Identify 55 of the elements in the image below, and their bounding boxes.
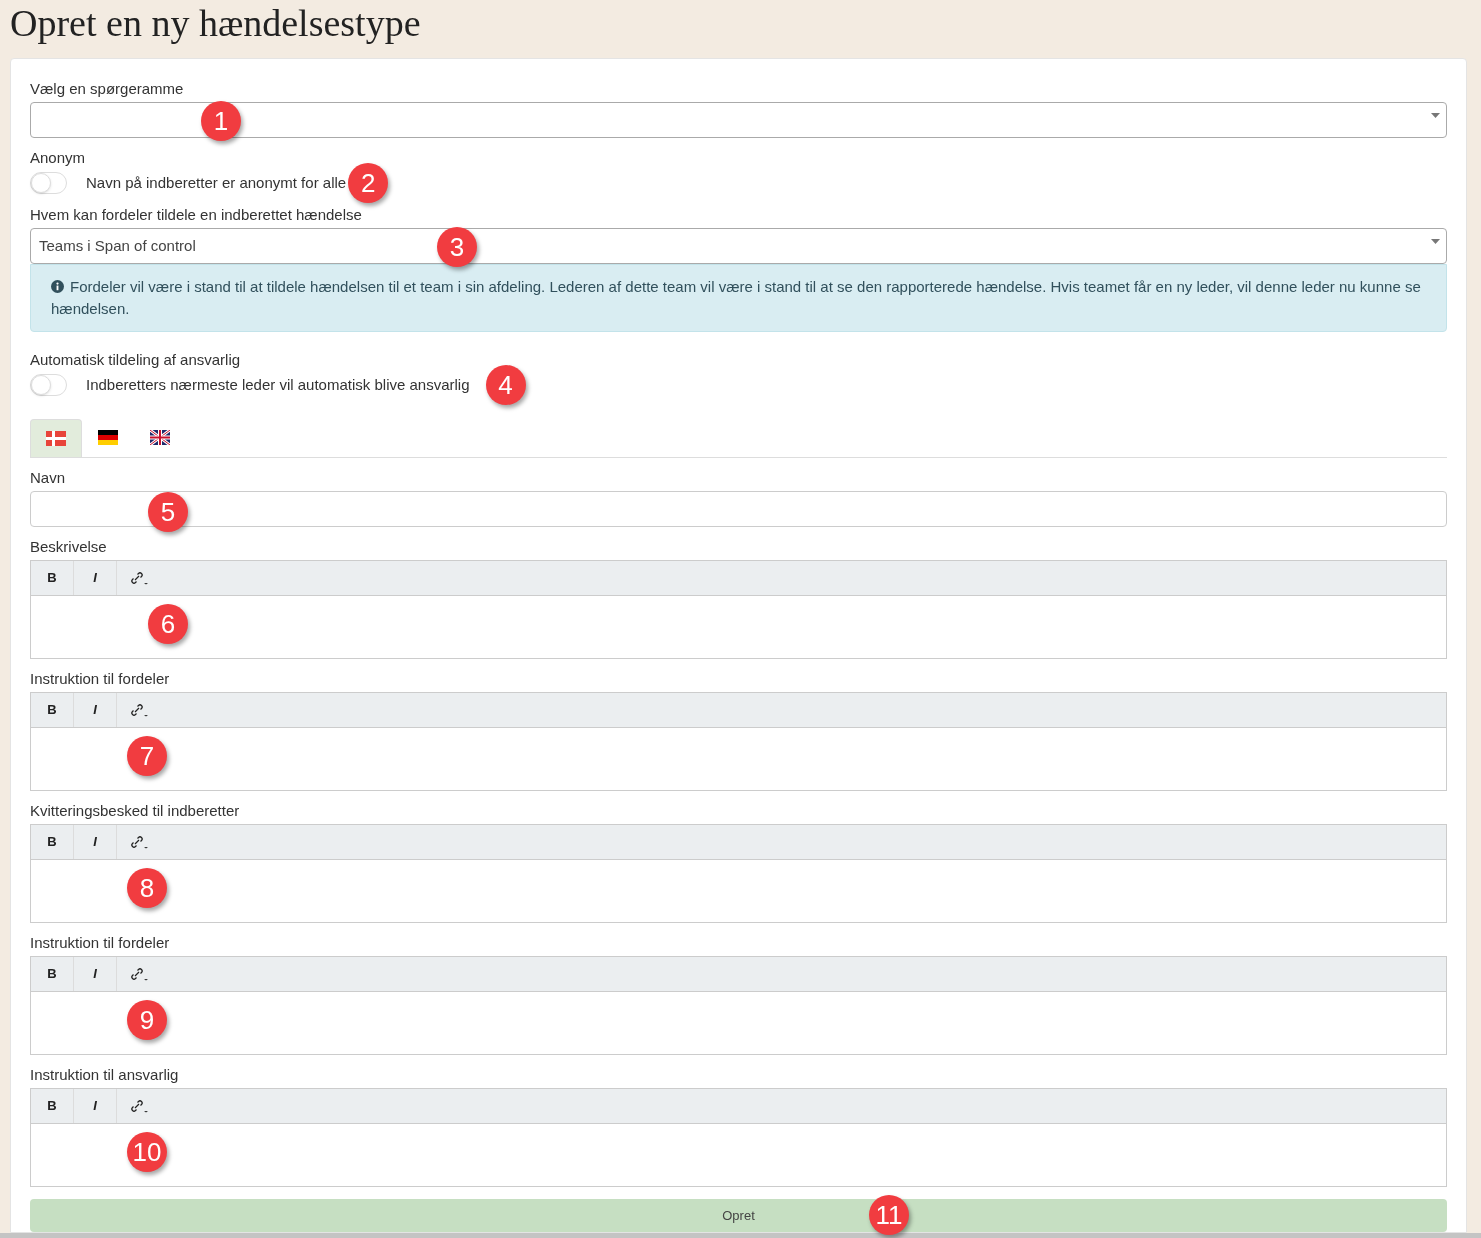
toggle-switch[interactable] bbox=[30, 373, 67, 396]
link-icon bbox=[128, 702, 149, 717]
field-label: Vælg en spørgeramme bbox=[30, 78, 185, 99]
number-marker: 1 bbox=[201, 100, 241, 141]
italic-button[interactable]: I bbox=[74, 956, 117, 991]
dropdown-caret-icon bbox=[1431, 238, 1440, 244]
bold-button[interactable]: B bbox=[31, 824, 74, 859]
select-value: Teams i Span of control bbox=[39, 235, 196, 256]
flag-icon bbox=[150, 430, 170, 446]
italic-button[interactable]: I bbox=[74, 824, 117, 859]
rich-text-editor[interactable]: B I 6 bbox=[30, 559, 1447, 659]
link-icon bbox=[128, 966, 149, 981]
rich-text-editor[interactable]: B I 7 bbox=[30, 691, 1447, 791]
number-marker: 7 bbox=[127, 735, 167, 776]
number-marker: 11 bbox=[869, 1194, 909, 1235]
italic-button[interactable]: I bbox=[74, 1088, 117, 1123]
bold-button[interactable]: B bbox=[31, 692, 74, 727]
italic-button[interactable]: I bbox=[74, 560, 117, 595]
number-marker: 9 bbox=[127, 999, 167, 1040]
number-marker: 3 bbox=[437, 226, 477, 267]
number-marker: 5 bbox=[148, 491, 188, 532]
info-text: Fordeler vil være i stand til at tildele hændelsen til et team i sin afdeling. Lederen af dette team vil være i stand til at se den rapporterede hændelse. Hvis teamet får en ny leder, vil denne leder nu kunne se hændelsen. bbox=[51, 276, 1422, 319]
rich-text-editor[interactable]: B I 9 bbox=[30, 955, 1447, 1055]
info-icon bbox=[51, 280, 64, 293]
page-title: Opret en ny hændelsestype bbox=[9, 1, 422, 46]
toggle-text: Navn på indberetter er anonymt for alle bbox=[86, 172, 347, 193]
field-label: Beskrivelse bbox=[30, 536, 108, 557]
toggle-text: Indberetters nærmeste leder vil automatisk blive ansvarlig bbox=[86, 374, 470, 395]
number-marker: 8 bbox=[127, 867, 167, 908]
select-field[interactable]: 1 bbox=[30, 101, 1447, 138]
link-icon bbox=[128, 570, 149, 585]
flag-icon bbox=[46, 430, 66, 446]
rich-text-editor[interactable]: B I 8 bbox=[30, 823, 1447, 923]
dropdown-caret-icon bbox=[1431, 112, 1440, 118]
link-icon bbox=[128, 1098, 149, 1113]
italic-button[interactable]: I bbox=[74, 692, 117, 727]
number-marker: 6 bbox=[148, 603, 188, 644]
number-marker: 2 bbox=[348, 162, 389, 203]
field-label: Instruktion til ansvarlig bbox=[30, 1064, 180, 1085]
number-marker: 4 bbox=[485, 364, 526, 405]
toggle-switch[interactable] bbox=[30, 171, 67, 194]
link-icon bbox=[128, 834, 149, 849]
bold-button[interactable]: B bbox=[31, 1088, 74, 1123]
field-label: Instruktion til fordeler bbox=[30, 668, 171, 689]
field-label: Anonym bbox=[30, 147, 87, 168]
number-marker: 10 bbox=[127, 1131, 167, 1172]
flag-icon bbox=[98, 430, 118, 446]
bold-button[interactable]: B bbox=[31, 560, 74, 595]
field-label: Instruktion til fordeler bbox=[30, 932, 171, 953]
field-label: Navn bbox=[30, 467, 67, 488]
field-label: Automatisk tildeling af ansvarlig bbox=[30, 349, 242, 370]
field-label: Hvem kan fordeler tildele en indberettet hændelse bbox=[30, 204, 363, 225]
rich-text-editor[interactable]: B I 10 bbox=[30, 1087, 1447, 1187]
bold-button[interactable]: B bbox=[31, 956, 74, 991]
field-label: Kvitteringsbesked til indberetter bbox=[30, 800, 241, 821]
